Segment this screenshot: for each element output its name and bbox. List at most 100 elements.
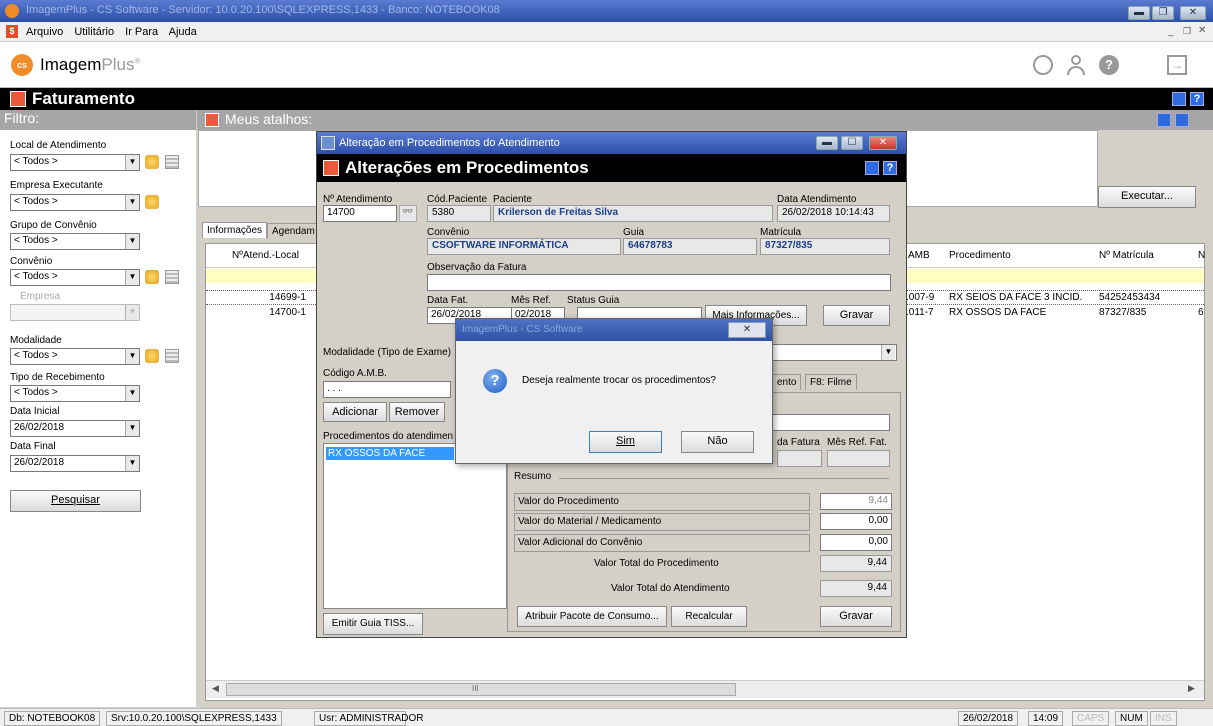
valor-procedimento: 9,44 — [820, 493, 892, 510]
gravar-top-button[interactable]: Gravar — [823, 305, 890, 326]
procedimentos-list[interactable]: RX OSSOS DA FACE — [323, 443, 507, 609]
search-button[interactable]: Pesquisar — [10, 490, 141, 512]
cod-paciente-field: 5380 — [427, 205, 491, 222]
favorite-icon[interactable] — [145, 349, 159, 363]
favorite-icon[interactable] — [145, 270, 159, 284]
close-button[interactable]: ✕ — [1180, 6, 1206, 20]
remover-button[interactable]: Remover — [389, 402, 445, 422]
grid-col-procedimento[interactable]: Procedimento — [949, 250, 1011, 261]
logout-icon[interactable]: → — [1167, 55, 1187, 75]
row-matricula: 87327/835 — [1099, 307, 1147, 318]
app-menu-icon[interactable]: $ — [6, 25, 18, 38]
data-inicial-field[interactable]: 26/02/2018 — [10, 420, 140, 437]
calendar-dropdown-icon[interactable]: ▼ — [125, 456, 139, 471]
status-srv: Srv:10.0.20.100\SQLEXPRESS,1433 — [106, 711, 282, 726]
execute-button[interactable]: Executar... — [1098, 186, 1196, 208]
mdi-close-button[interactable]: ✕ — [1198, 25, 1210, 37]
favorite-icon[interactable] — [145, 195, 159, 209]
data-final-field[interactable]: 26/02/2018 — [10, 455, 140, 472]
chevron-down-icon[interactable]: ▼ — [881, 345, 895, 360]
chevron-down-icon[interactable]: ▼ — [125, 349, 139, 364]
horizontal-scrollbar[interactable]: ◀ III ▶ — [206, 680, 1204, 698]
list-icon[interactable] — [165, 155, 179, 169]
emitir-guia-button[interactable]: Emitir Guia TISS... — [323, 613, 423, 635]
shortcuts-minimize-button[interactable] — [1175, 113, 1189, 127]
grid-col-amb[interactable]: AMB — [908, 250, 930, 261]
mdi-minimize-button[interactable]: _ — [1168, 26, 1180, 38]
local-select[interactable]: < Todos > — [10, 154, 140, 171]
menu-ajuda[interactable]: Ajuda — [169, 26, 197, 38]
convenio-field: CSOFTWARE INFORMÁTICA — [427, 238, 621, 255]
menu-ir-para[interactable]: Ir Para — [125, 26, 158, 38]
list-icon[interactable] — [165, 349, 179, 363]
chevron-down-icon[interactable]: ▼ — [125, 234, 139, 249]
dialog-tab-procedimento[interactable]: ento — [772, 374, 802, 390]
dialog-minimize-button[interactable]: ▬ — [816, 136, 838, 150]
grid-col-matricula[interactable]: Nº Matrícula — [1099, 250, 1154, 261]
total-procedimento-value: 9,44 — [820, 555, 892, 572]
atribuir-pacote-button[interactable]: Atribuir Pacote de Consumo... — [517, 606, 667, 627]
help-icon[interactable]: ? — [1099, 55, 1119, 75]
dialog-title: Alteração em Procedimentos do Atendiment… — [339, 137, 560, 149]
tab-informacoes[interactable]: Informações — [202, 222, 268, 238]
scroll-thumb[interactable]: III — [226, 683, 736, 696]
chevron-down-icon[interactable]: ▼ — [125, 155, 139, 170]
valor-adicional[interactable]: 0,00 — [820, 534, 892, 551]
chevron-down-icon[interactable]: ▼ — [125, 386, 139, 401]
grupo-label: Grupo de Convênio — [10, 220, 97, 231]
shortcuts-window-button[interactable] — [1157, 113, 1171, 127]
chevron-down-icon[interactable]: ▼ — [125, 270, 139, 285]
menu-arquivo[interactable]: Arquivo — [26, 26, 63, 38]
tab-agendamento[interactable]: Agendam — [267, 223, 317, 239]
grupo-select[interactable]: < Todos > — [10, 233, 140, 250]
cod-paciente-label: Cód.Paciente — [427, 194, 488, 205]
grid-col-atendimento[interactable]: NºAtend.-Local — [232, 250, 299, 261]
dialog-info-button[interactable] — [865, 161, 879, 175]
adicionar-button[interactable]: Adicionar — [323, 402, 387, 422]
convenio-select[interactable]: < Todos > — [10, 269, 140, 286]
dialog-header: Alterações em Procedimentos ? — [317, 154, 906, 182]
empresa-exec-select[interactable]: < Todos > — [10, 194, 140, 211]
modalidade-select[interactable] — [772, 344, 897, 361]
grid-col-n[interactable]: N — [1198, 250, 1205, 261]
favorite-icon[interactable] — [145, 155, 159, 169]
data-fat-label: Data Fat. — [427, 295, 469, 306]
obs-fatura-field[interactable] — [427, 274, 891, 291]
module-info-button[interactable] — [1172, 92, 1186, 106]
dialog-close-button[interactable]: ✕ — [869, 136, 897, 150]
gravar-bottom-button[interactable]: Gravar — [820, 606, 892, 627]
module-help-button[interactable]: ? — [1190, 92, 1204, 106]
list-item[interactable]: RX OSSOS DA FACE — [326, 447, 454, 460]
empresa-label: Empresa — [20, 291, 61, 302]
calendar-dropdown-icon[interactable]: ▼ — [125, 421, 139, 436]
list-icon[interactable] — [165, 270, 179, 284]
codigo-amb-field[interactable]: . . . — [323, 381, 451, 398]
restore-button[interactable]: ❐ — [1152, 6, 1174, 20]
mdi-restore-button[interactable]: ❐ — [1183, 26, 1195, 38]
status-usr: Usr: ADMINISTRADOR — [314, 711, 423, 726]
procedimentos-label: Procedimentos do atendiment — [323, 431, 453, 442]
valor-material[interactable]: 0,00 — [820, 513, 892, 530]
user-icon[interactable] — [1066, 55, 1086, 75]
mes-ref-fat-field — [827, 450, 890, 467]
dialog-help-button[interactable]: ? — [883, 161, 897, 175]
modalidade-select[interactable]: < Todos > — [10, 348, 140, 365]
minimize-button[interactable]: ▬ — [1128, 6, 1150, 20]
dialog-maximize-button[interactable]: ☐ — [841, 136, 863, 150]
globe-icon[interactable] — [1033, 55, 1053, 75]
brand-registered: ® — [134, 56, 141, 66]
confirm-yes-button[interactable]: Sim — [589, 431, 662, 453]
atendimento-field[interactable]: 14700 — [323, 205, 397, 222]
menu-utilitario[interactable]: Utilitário — [74, 26, 114, 38]
binoculars-icon[interactable]: 👓 — [399, 205, 417, 222]
confirm-no-button[interactable]: Não — [681, 431, 754, 453]
resumo-row-procedimento: Valor do Procedimento — [514, 493, 810, 511]
chevron-down-icon[interactable]: ▼ — [125, 195, 139, 210]
data-inicial-label: Data Inicial — [10, 406, 60, 417]
confirm-close-button[interactable]: ✕ — [728, 322, 766, 338]
dialog-tab-filme[interactable]: F8: Filme — [805, 374, 857, 390]
tipo-receb-select[interactable]: < Todos > — [10, 385, 140, 402]
dialog-tab-field[interactable] — [772, 414, 890, 431]
confirm-titlebar: ImagemPlus - CS Software ✕ — [456, 319, 772, 341]
recalcular-button[interactable]: Recalcular — [671, 606, 747, 627]
